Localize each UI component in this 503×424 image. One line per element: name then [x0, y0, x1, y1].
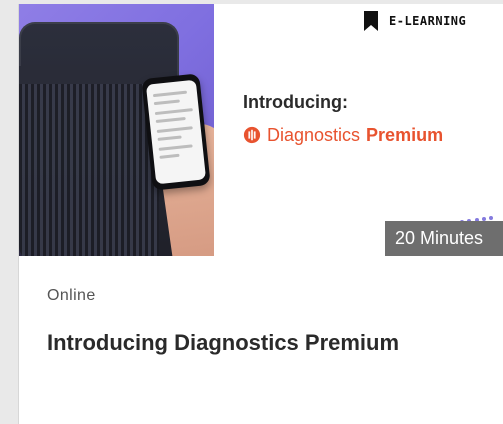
diagnostics-logo-icon: [243, 126, 261, 144]
hero-brand-tier: Premium: [366, 125, 444, 145]
phone-line: [153, 99, 180, 106]
phone-screen: [145, 79, 207, 185]
phone-line: [159, 153, 180, 159]
duration-badge: 20 Minutes: [385, 221, 503, 256]
phone-line: [157, 135, 182, 141]
course-hero[interactable]: E-LEARNING Introducing: Diagnostics Prem…: [19, 4, 503, 256]
delivery-method: Online: [47, 287, 96, 304]
hero-brand: Diagnostics Premium: [243, 125, 503, 145]
course-card[interactable]: E-LEARNING Introducing: Diagnostics Prem…: [18, 4, 503, 424]
hvac-unit-grille: [19, 84, 159, 256]
bookmark-icon: [364, 11, 378, 31]
phone-line: [158, 144, 193, 151]
phone-line: [154, 108, 193, 116]
phone-line: [152, 90, 188, 98]
phone-line: [155, 116, 186, 124]
hero-photo: [19, 4, 214, 256]
phone-line: [156, 126, 193, 133]
course-type-label: E-LEARNING: [389, 14, 467, 28]
hero-intro: Introducing:: [243, 92, 348, 112]
phone-illustration: [141, 73, 211, 191]
course-title[interactable]: Introducing Diagnostics Premium: [47, 326, 467, 360]
hero-headline: Introducing: Diagnostics Premium: [243, 92, 503, 145]
duration-text: 20 Minutes: [395, 228, 484, 248]
hero-brand-name: Diagnostics: [267, 125, 361, 145]
course-type-badge: E-LEARNING: [363, 11, 466, 31]
